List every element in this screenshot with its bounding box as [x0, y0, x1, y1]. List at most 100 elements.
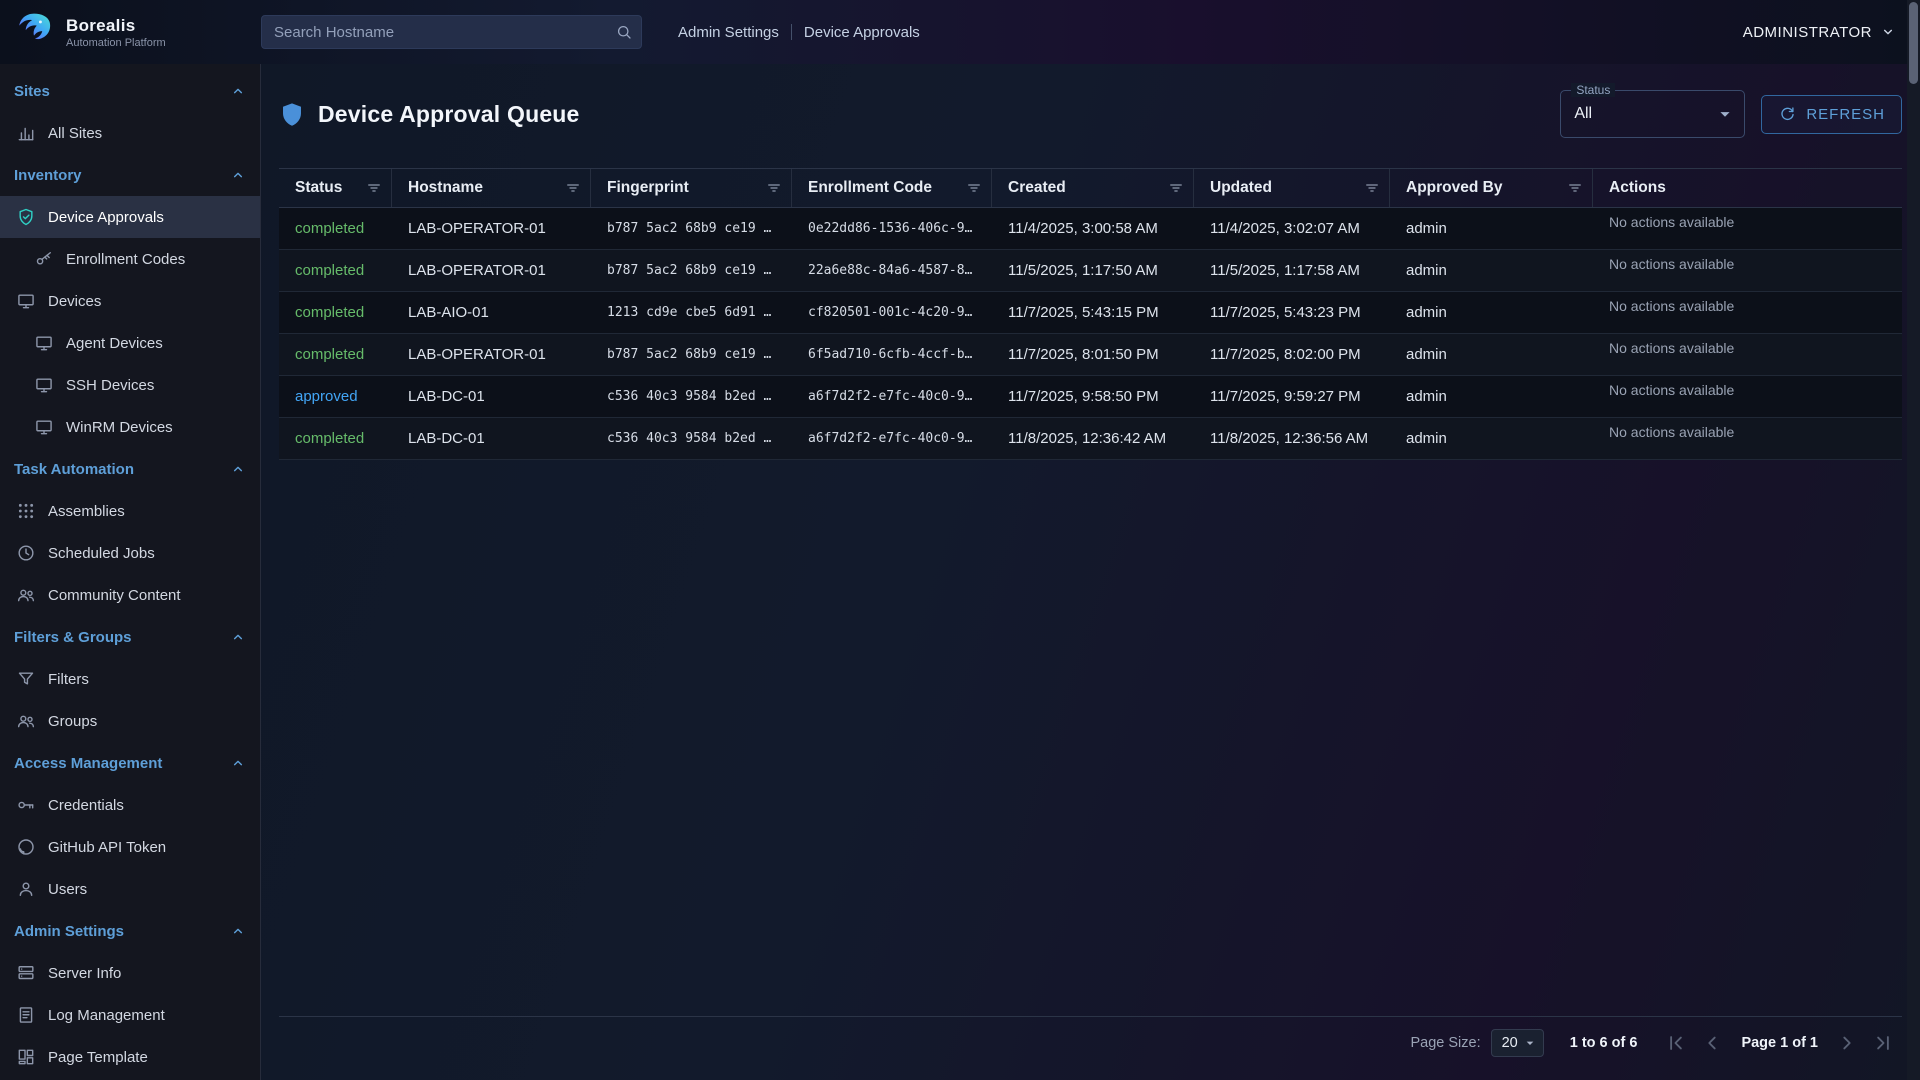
column-header-fingerprint[interactable]: Fingerprint: [591, 169, 792, 207]
hostname-cell: LAB-DC-01: [392, 418, 591, 459]
created-cell: 11/7/2025, 9:58:50 PM: [992, 376, 1194, 417]
filter-icon[interactable]: [965, 179, 983, 197]
hostname-cell: LAB-OPERATOR-01: [392, 208, 591, 249]
fingerprint-cell: b787 5ac2 68b9 ce19 …: [591, 250, 792, 291]
approved-by-cell: admin: [1390, 376, 1593, 417]
page-size-value: 20: [1502, 1035, 1518, 1051]
borealis-logo-icon: [12, 10, 56, 54]
sidebar-item-ssh-devices[interactable]: SSH Devices: [0, 364, 260, 406]
sidebar-item-users[interactable]: Users: [0, 868, 260, 910]
sidebar-item-enrollment-codes[interactable]: Enrollment Codes: [0, 238, 260, 280]
fingerprint-cell: b787 5ac2 68b9 ce19 …: [591, 208, 792, 249]
actions-cell: No actions available: [1593, 418, 1902, 459]
devices-icon: [16, 291, 36, 311]
title-wrap: Device Approval Queue: [279, 101, 580, 128]
sidebar-item-agent-devices[interactable]: Agent Devices: [0, 322, 260, 364]
sidebar-item-all-sites[interactable]: All Sites: [0, 112, 260, 154]
enrollment-code-cell: 0e22dd86-1536-406c-9…: [792, 208, 992, 249]
sidebar-item-assemblies[interactable]: Assemblies: [0, 490, 260, 532]
column-header-updated[interactable]: Updated: [1194, 169, 1390, 207]
search-input[interactable]: [261, 15, 642, 49]
prev-page-button[interactable]: [1699, 1030, 1725, 1056]
sidebar-section-inventory[interactable]: Inventory: [0, 154, 260, 196]
sidebar-item-scheduled-jobs[interactable]: Scheduled Jobs: [0, 532, 260, 574]
page-title: Device Approval Queue: [318, 101, 580, 128]
sidebar-item-community-content[interactable]: Community Content: [0, 574, 260, 616]
filter-icon: [16, 669, 36, 689]
actions-cell: No actions available: [1593, 376, 1902, 417]
breadcrumb-admin-settings[interactable]: Admin Settings: [678, 24, 779, 41]
sidebar-item-log-management[interactable]: Log Management: [0, 994, 260, 1036]
app-name: Borealis: [66, 16, 166, 36]
table-body: completed LAB-OPERATOR-01b787 5ac2 68b9 c…: [279, 208, 1902, 460]
filter-icon[interactable]: [365, 179, 383, 197]
sidebar-item-page-template[interactable]: Page Template: [0, 1036, 260, 1078]
sidebar-item-device-approvals[interactable]: Device Approvals: [0, 196, 260, 238]
approved-by-cell: admin: [1390, 292, 1593, 333]
sidebar-section-admin-settings[interactable]: Admin Settings: [0, 910, 260, 952]
sidebar-item-devices[interactable]: Devices: [0, 280, 260, 322]
updated-cell: 11/5/2025, 1:17:58 AM: [1194, 250, 1390, 291]
ssh-devices-icon: [34, 375, 54, 395]
last-page-button[interactable]: [1870, 1030, 1896, 1056]
column-header-status[interactable]: Status: [279, 169, 392, 207]
filter-icon[interactable]: [1566, 179, 1584, 197]
agent-devices-icon: [34, 333, 54, 353]
first-page-button[interactable]: [1663, 1030, 1689, 1056]
table-row[interactable]: completedLAB-DC-01c536 40c3 9584 b2ed …a…: [279, 418, 1902, 460]
brand: Borealis Automation Platform: [0, 10, 261, 54]
refresh-icon: [1778, 105, 1797, 124]
updated-cell: 11/7/2025, 9:59:27 PM: [1194, 376, 1390, 417]
github-icon: [16, 837, 36, 857]
enrollment-code-cell: a6f7d2f2-e7fc-40c0-9…: [792, 376, 992, 417]
filter-icon[interactable]: [1363, 179, 1381, 197]
table-empty-area: [279, 460, 1902, 1016]
column-header-enrollment-code[interactable]: Enrollment Code: [792, 169, 992, 207]
dropdown-caret-icon: [1522, 1035, 1538, 1051]
scrollbar-thumb[interactable]: [1909, 2, 1918, 84]
sidebar-item-credentials[interactable]: Credentials: [0, 784, 260, 826]
chevron-up-icon: [228, 627, 248, 647]
column-header-hostname[interactable]: Hostname: [392, 169, 591, 207]
filter-icon[interactable]: [765, 179, 783, 197]
fingerprint-cell: 1213 cd9e cbe5 6d91 …: [591, 292, 792, 333]
breadcrumb-device-approvals[interactable]: Device Approvals: [804, 24, 920, 41]
table-row[interactable]: completed LAB-OPERATOR-01b787 5ac2 68b9 c…: [279, 250, 1902, 292]
hostname-cell: LAB-OPERATOR-01: [392, 250, 591, 291]
table-row[interactable]: approvedLAB-DC-01c536 40c3 9584 b2ed …a6…: [279, 376, 1902, 418]
device-approvals-icon: [16, 207, 36, 227]
sidebar-item-github-api-token[interactable]: GitHub API Token: [0, 826, 260, 868]
scrollbar[interactable]: [1907, 0, 1920, 1080]
column-header-approved-by[interactable]: Approved By: [1390, 169, 1593, 207]
sidebar-section-task-automation[interactable]: Task Automation: [0, 448, 260, 490]
page-indicator: Page 1 of 1: [1741, 1035, 1818, 1051]
sidebar-item-filters[interactable]: Filters: [0, 658, 260, 700]
sidebar-item-server-info[interactable]: Server Info: [0, 952, 260, 994]
sidebar-item-winrm-devices[interactable]: WinRM Devices: [0, 406, 260, 448]
column-header-created[interactable]: Created: [992, 169, 1194, 207]
main-header: Device Approval Queue Status All REFRESH: [279, 90, 1902, 138]
table-row[interactable]: completedLAB-OPERATOR-01b787 5ac2 68b9 c…: [279, 208, 1902, 250]
page-size-select[interactable]: 20: [1491, 1029, 1544, 1057]
created-cell: 11/7/2025, 8:01:50 PM: [992, 334, 1194, 375]
sidebar-item-groups[interactable]: Groups: [0, 700, 260, 742]
refresh-label: REFRESH: [1806, 106, 1885, 123]
filter-icon[interactable]: [564, 179, 582, 197]
actions-cell: No actions available: [1593, 250, 1902, 291]
sidebar-section-access-management[interactable]: Access Management: [0, 742, 260, 784]
next-page-button[interactable]: [1834, 1030, 1860, 1056]
sidebar-section-filters-groups[interactable]: Filters & Groups: [0, 616, 260, 658]
user-menu[interactable]: ADMINISTRATOR: [1743, 22, 1898, 42]
refresh-button[interactable]: REFRESH: [1761, 95, 1902, 134]
status-badge: completed: [295, 262, 364, 279]
filter-icon[interactable]: [1167, 179, 1185, 197]
sidebar-section-sites[interactable]: Sites: [0, 70, 260, 112]
table-row[interactable]: completedLAB-OPERATOR-01b787 5ac2 68b9 c…: [279, 334, 1902, 376]
pagination-bar: Page Size: 20 1 to 6 of 6 Page 1 of 1: [279, 1016, 1902, 1068]
main-content: Device Approval Queue Status All REFRESH…: [261, 64, 1920, 1080]
table-row[interactable]: completedLAB-AIO-011213 cd9e cbe5 6d91 ……: [279, 292, 1902, 334]
status-filter-select[interactable]: Status All: [1560, 90, 1745, 138]
status-filter-value: All: [1574, 105, 1592, 123]
column-header-actions[interactable]: Actions: [1593, 169, 1902, 207]
updated-cell: 11/7/2025, 5:43:23 PM: [1194, 292, 1390, 333]
